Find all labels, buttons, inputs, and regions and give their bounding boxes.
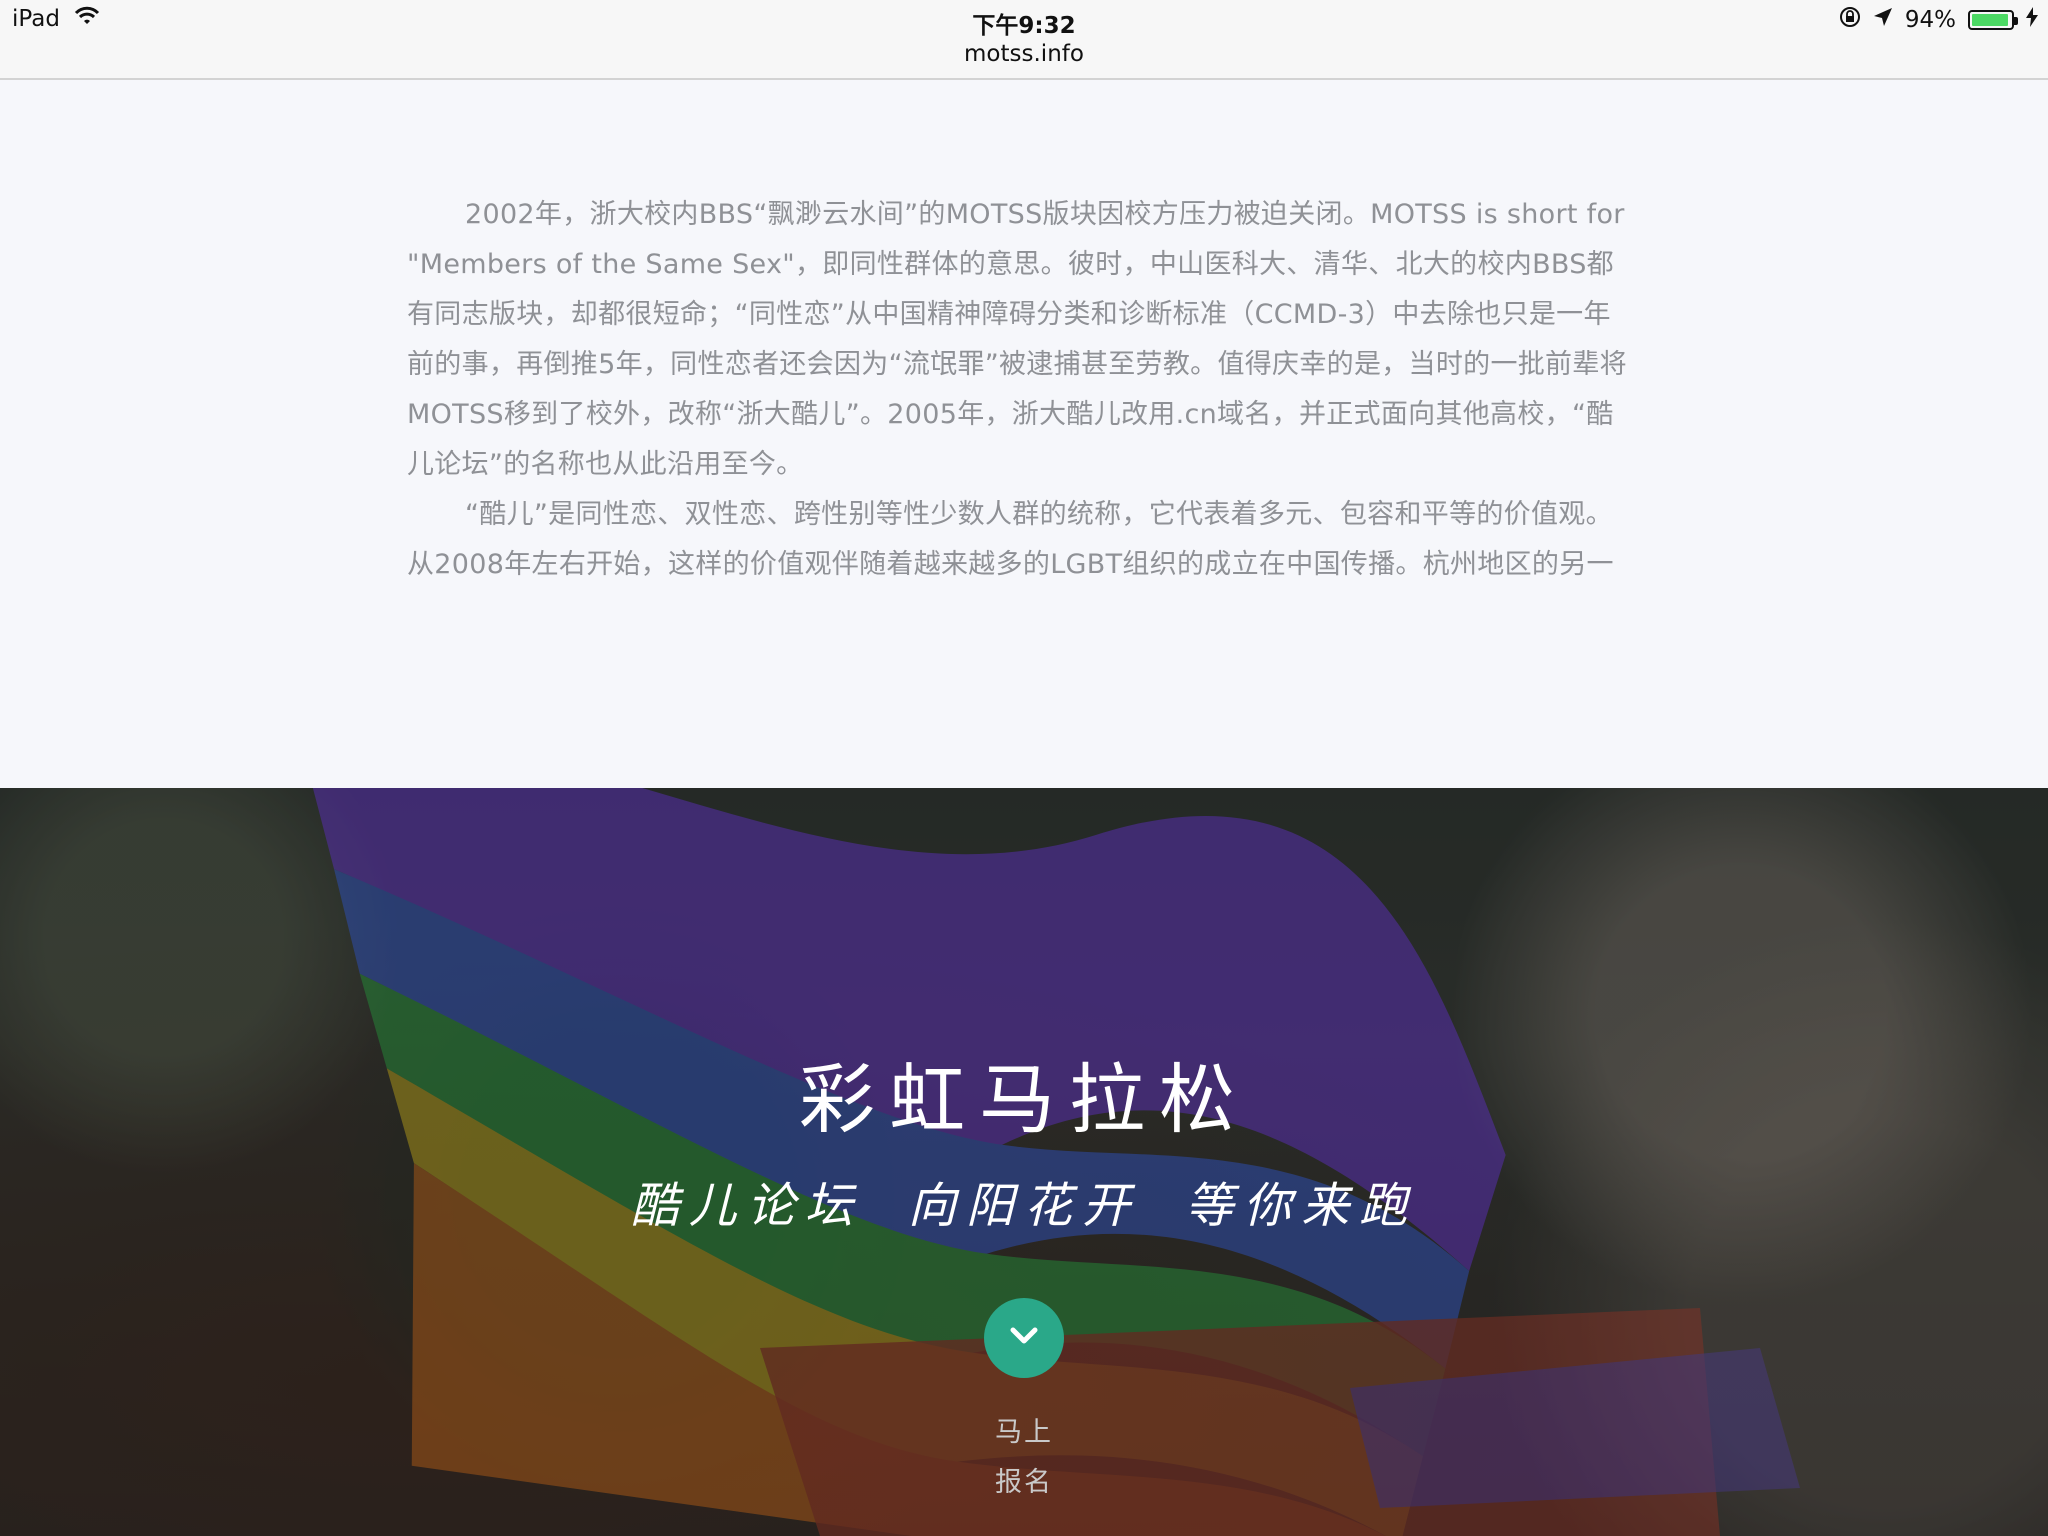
hero-title: 彩虹马拉松: [799, 1055, 1249, 1144]
status-right: 94%: [1839, 6, 2038, 34]
register-link-line2: 报名: [995, 1467, 1053, 1498]
hero-subtitle: 酷儿论坛 向阳花开 等你来跑: [630, 1178, 1418, 1234]
battery-icon: [1968, 10, 2018, 30]
register-link[interactable]: 马上 报名: [0, 1408, 2048, 1508]
register-link-line1: 马上: [995, 1417, 1053, 1448]
location-arrow-icon: [1873, 7, 1893, 33]
article-paragraph: “酷儿”是同性恋、双性恋、跨性别等性少数人群的统称，它代表着多元、包容和平等的价…: [407, 499, 1614, 580]
scroll-down-button[interactable]: [984, 1298, 1064, 1378]
article-body: 2002年，浙大校内BBS“飘渺云水间”的MOTSS版块因校方压力被迫关闭。MO…: [407, 190, 1635, 590]
rotation-lock-icon: [1839, 6, 1861, 34]
status-bar: iPad 下午9:32 motss.info 94%: [0, 0, 2048, 80]
battery-percent: 94%: [1904, 7, 1956, 33]
article-paragraph: 2002年，浙大校内BBS“飘渺云水间”的MOTSS版块因校方压力被迫关闭。MO…: [407, 199, 1627, 480]
hero-section: 彩虹马拉松 酷儿论坛 向阳花开 等你来跑 马上 报名: [0, 788, 2048, 1536]
battery-level-fill: [1972, 14, 2008, 26]
address-bar-url[interactable]: motss.info: [0, 41, 2048, 67]
charging-bolt-icon: [2026, 7, 2038, 33]
article-section: 2002年，浙大校内BBS“飘渺云水间”的MOTSS版块因校方压力被迫关闭。MO…: [0, 80, 2048, 788]
chevron-down-icon: [1008, 1325, 1040, 1351]
clock: 下午9:32: [972, 13, 1076, 39]
